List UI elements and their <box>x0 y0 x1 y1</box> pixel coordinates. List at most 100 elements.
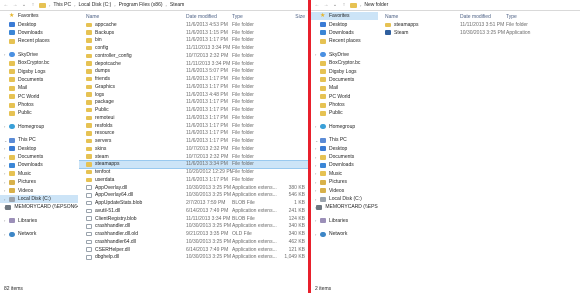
nav-item[interactable]: Mail <box>0 84 78 92</box>
file-row[interactable]: friends 11/6/2013 1:17 PM File folder <box>79 75 308 83</box>
nav-item[interactable]: Mail <box>311 84 378 92</box>
nav-item[interactable]: PC World <box>311 93 378 101</box>
breadcrumb[interactable]: › This PC › Local Disk (C:) › Program Files (… <box>49 2 184 8</box>
nav-item[interactable]: › Documents <box>311 153 378 161</box>
file-row[interactable]: depotcache 11/11/2013 3:34 PM File folder <box>79 60 308 68</box>
nav-item[interactable]: ★ Favorites <box>311 12 378 21</box>
nav-item[interactable]: BoxCryptor.bc <box>311 59 378 67</box>
up-arrow-icon[interactable]: ↑ <box>30 2 36 8</box>
file-row[interactable]: package 11/6/2013 1:17 PM File folder <box>79 99 308 107</box>
column-header-size[interactable]: Size <box>280 14 305 20</box>
nav-item[interactable]: › Network <box>0 230 78 238</box>
back-arrow-icon[interactable]: ← <box>3 2 9 8</box>
nav-item[interactable]: Digsby Logs <box>0 67 78 75</box>
nav-item[interactable]: ⌄ This PC <box>311 136 378 144</box>
file-row[interactable]: AppUpdateStats.blob 2/7/2013 7:59 PM BLOB … <box>79 199 308 207</box>
file-row[interactable]: bin 11/6/2013 1:17 PM File folder <box>79 37 308 45</box>
nav-item[interactable]: › Downloads <box>311 161 378 169</box>
file-row[interactable]: controller_config 10/7/2013 2:32 PM File f… <box>79 52 308 60</box>
nav-item[interactable]: ★ Favorites <box>0 12 78 20</box>
back-arrow-icon[interactable]: ← <box>314 2 320 8</box>
file-row[interactable]: resfolds 11/6/2013 1:17 PM File folder <box>79 122 308 130</box>
nav-item[interactable]: › Music <box>311 170 378 178</box>
nav-item[interactable]: PC World <box>0 93 78 101</box>
nav-item[interactable]: Public <box>0 109 78 117</box>
breadcrumb-item[interactable]: This PC <box>53 2 71 8</box>
address-bar[interactable]: ← → ⌄ ↑ › New folder <box>311 0 580 11</box>
nav-item[interactable]: Documents <box>311 76 378 84</box>
breadcrumb-item[interactable]: Program Files (x86) <box>119 2 163 8</box>
file-row[interactable]: Backups 11/6/2013 1:15 PM File folder <box>79 29 308 37</box>
file-row[interactable]: servers 11/6/2013 1:17 PM File folder <box>79 137 308 145</box>
nav-item[interactable]: Digsby Logs <box>311 67 378 75</box>
file-row[interactable]: Public 11/6/2013 1:17 PM File folder <box>79 106 308 114</box>
nav-item[interactable]: Downloads <box>311 29 378 37</box>
up-arrow-icon[interactable]: ↑ <box>341 2 347 8</box>
file-row[interactable]: steam 10/7/2013 2:32 PM File folder <box>79 153 308 161</box>
breadcrumb-item[interactable]: New folder <box>364 2 388 8</box>
nav-item[interactable]: › Local Disk (C:) <box>311 195 378 203</box>
nav-item[interactable]: › SkyDrive <box>0 51 78 59</box>
nav-item[interactable]: ⌄ This PC <box>0 136 78 144</box>
file-row[interactable]: avutil-51.dll 6/14/2013 7:49 PM Applicatio… <box>79 207 308 215</box>
nav-item[interactable]: Documents <box>0 76 78 84</box>
file-row[interactable]: Graphics 11/6/2013 1:17 PM File folder <box>79 83 308 91</box>
nav-item[interactable]: Public <box>311 109 378 117</box>
nav-item[interactable]: › Local Disk (C:) <box>0 194 78 204</box>
column-header-type[interactable]: Type <box>232 14 280 20</box>
nav-item[interactable]: ›MEMORYCARD (\\EPSON64 <box>0 203 78 211</box>
nav-item[interactable]: › Libraries <box>311 217 378 225</box>
nav-item[interactable]: › Network <box>311 230 378 238</box>
column-header-name[interactable]: Name <box>79 14 186 20</box>
column-header-date-modified[interactable]: Date modified <box>460 14 506 20</box>
file-row[interactable]: steamapps 11/11/2013 3:51 PM File folder <box>378 21 580 29</box>
nav-item[interactable]: › Music <box>0 170 78 178</box>
nav-item[interactable]: › Homegroup <box>311 123 378 131</box>
file-row[interactable]: config 11/11/2013 3:34 PM File folder <box>79 44 308 52</box>
nav-item[interactable]: › Homegroup <box>0 123 78 131</box>
nav-item[interactable]: Recent places <box>311 37 378 45</box>
file-row[interactable]: appcache 11/6/2013 4:53 PM File folder <box>79 21 308 29</box>
nav-item[interactable]: ›MEMORYCARD (\\EPSON64 <box>311 203 378 211</box>
column-header-type[interactable]: Type <box>506 14 554 20</box>
nav-item[interactable]: › Videos <box>311 186 378 194</box>
file-row[interactable]: tenfoot 10/20/2012 12:29 PM File folder <box>79 168 308 176</box>
file-row[interactable]: logs 11/6/2013 4:48 PM File folder <box>79 91 308 99</box>
file-row[interactable]: resource 11/6/2013 1:17 PM File folder <box>79 130 308 138</box>
file-row[interactable]: dbghelp.dll 10/30/2013 3:25 PM Application… <box>79 254 308 262</box>
file-row[interactable]: CSERHelper.dll 6/14/2013 7:49 PM Applicati… <box>79 246 308 254</box>
file-row[interactable]: skins 10/7/2013 2:32 PM File folder <box>79 145 308 153</box>
recent-locations-chevron-icon[interactable]: ⌄ <box>332 2 338 8</box>
file-row[interactable]: steamapps 11/6/2013 3:34 PM File folder <box>79 159 308 170</box>
file-row[interactable]: remoteui 11/6/2013 1:17 PM File folder <box>79 114 308 122</box>
breadcrumb-item[interactable]: Steam <box>170 2 184 8</box>
nav-item[interactable]: › SkyDrive <box>311 51 378 59</box>
nav-item[interactable]: › Desktop <box>311 144 378 152</box>
nav-item[interactable]: › Desktop <box>0 144 78 152</box>
file-row[interactable]: crashhandler.dll.old 9/21/2013 3:35 PM OLD… <box>79 230 308 238</box>
breadcrumb-item[interactable]: Local Disk (C:) <box>78 2 111 8</box>
address-bar[interactable]: ← → ⌄ ↑ › This PC › Local Disk (C:) › Program… <box>0 0 308 11</box>
nav-item[interactable]: › Pictures <box>0 178 78 186</box>
forward-arrow-icon[interactable]: → <box>12 2 18 8</box>
file-row[interactable]: Steam 10/30/2013 3:25 PM Application <box>378 29 580 37</box>
column-header-date-modified[interactable]: Date modified <box>186 14 232 20</box>
nav-item[interactable]: BoxCryptor.bc <box>0 59 78 67</box>
nav-item[interactable]: Desktop <box>311 20 378 28</box>
nav-item[interactable]: Desktop <box>0 20 78 28</box>
file-row[interactable]: ClientRegistry.blob 11/11/2013 3:34 PM BLO… <box>79 215 308 223</box>
file-row[interactable]: userdata 11/6/2013 1:17 PM File folder <box>79 176 308 184</box>
breadcrumb[interactable]: › New folder <box>360 2 388 8</box>
nav-item[interactable]: › Documents <box>0 153 78 161</box>
file-row[interactable]: crashhandler64.dll 10/30/2013 3:25 PM Appl… <box>79 238 308 246</box>
nav-item[interactable]: Photos <box>311 101 378 109</box>
column-header-name[interactable]: Name <box>378 14 460 20</box>
file-row[interactable]: AppOverlay.dll 10/30/2013 3:25 PM Applicat… <box>79 184 308 192</box>
recent-locations-chevron-icon[interactable]: ⌄ <box>21 2 27 8</box>
file-row[interactable]: AppOverlay64.dll 10/30/2013 3:25 PM Applic… <box>79 192 308 200</box>
nav-item[interactable]: › Pictures <box>311 178 378 186</box>
nav-item[interactable]: Photos <box>0 101 78 109</box>
nav-item[interactable]: › Videos <box>0 186 78 194</box>
file-row[interactable]: dumps 11/6/2013 5:07 PM File folder <box>79 68 308 76</box>
nav-item[interactable]: Recent places <box>0 37 78 45</box>
